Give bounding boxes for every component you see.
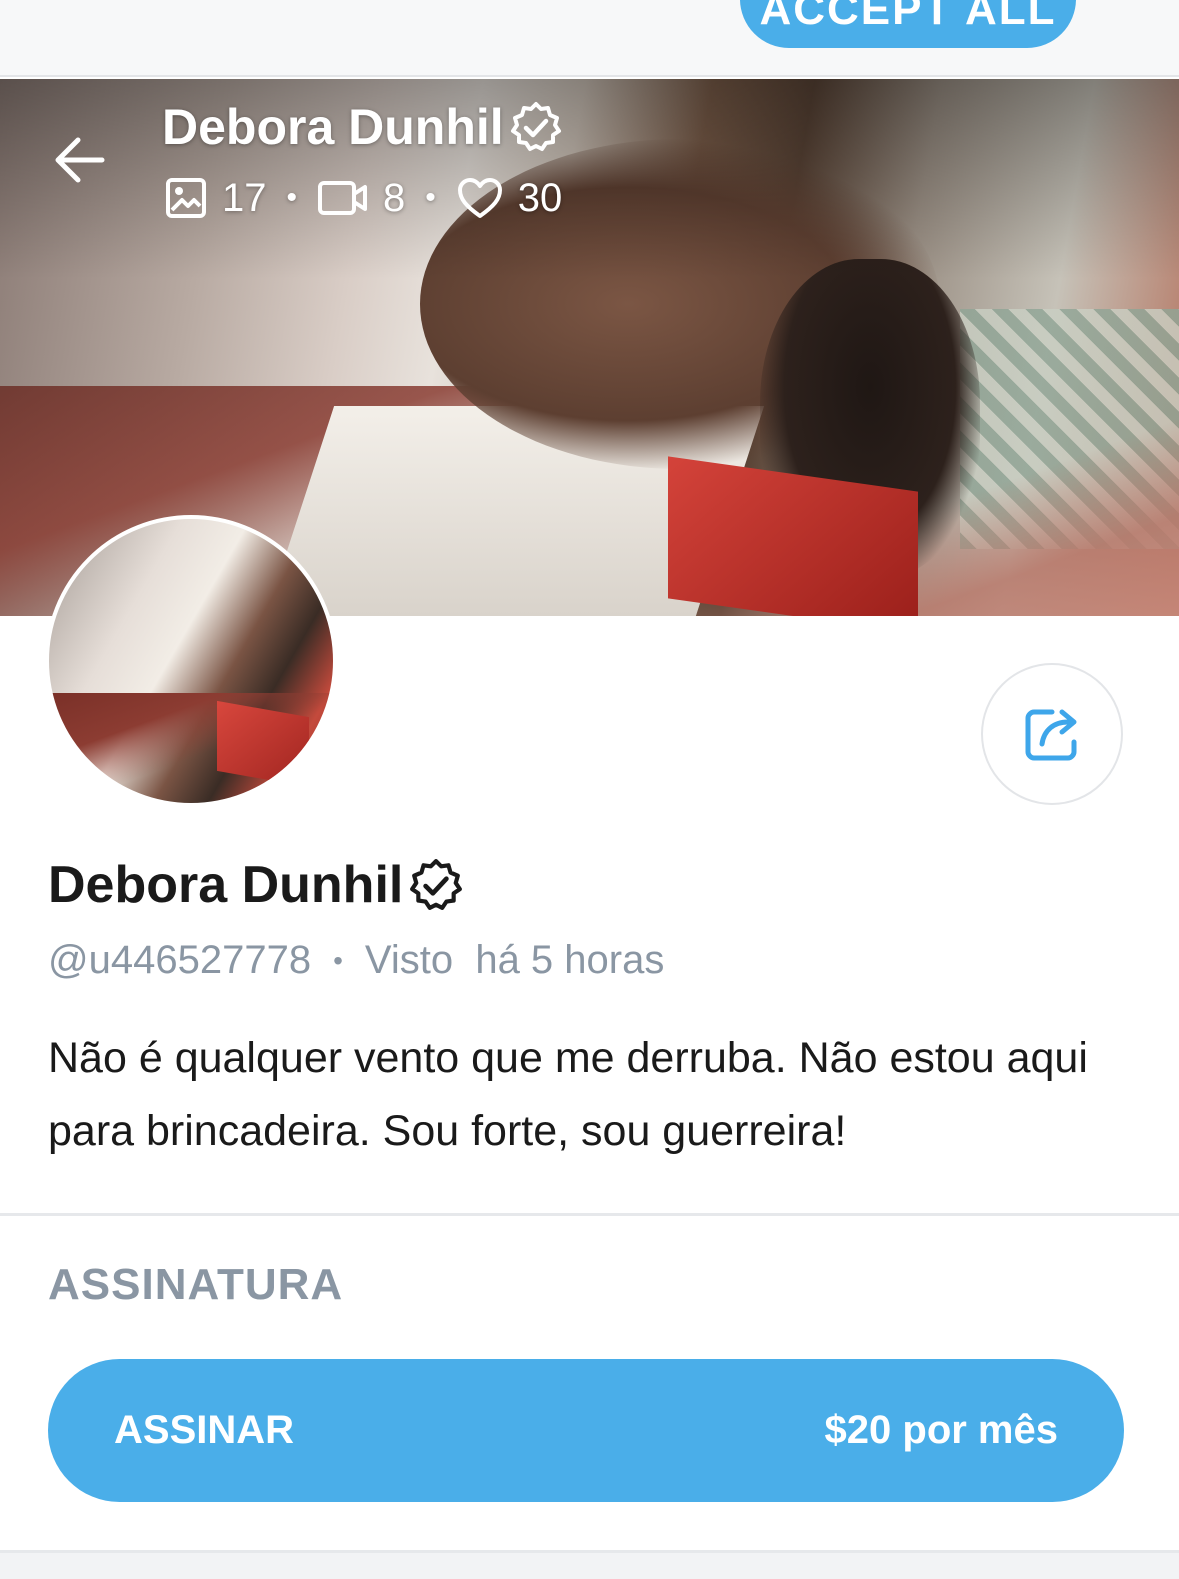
likes-count: 30 bbox=[517, 175, 563, 220]
header-name-label: Debora Dunhil bbox=[162, 99, 504, 155]
subscribe-button-label: ASSINAR bbox=[114, 1408, 295, 1452]
verified-badge-icon bbox=[410, 859, 463, 910]
back-button[interactable] bbox=[52, 132, 108, 188]
image-icon bbox=[166, 178, 206, 218]
subscribe-button[interactable]: ASSINAR $20 por mês bbox=[48, 1359, 1124, 1502]
meta-separator: • bbox=[333, 944, 343, 976]
subscription-section-title: ASSINATURA bbox=[48, 1260, 344, 1309]
profile-bio: Não é qualquer vento que me derruba. Não… bbox=[48, 1034, 1088, 1155]
subscription-price: $20 por mês bbox=[824, 1408, 1058, 1452]
photos-stat[interactable]: 17 bbox=[164, 176, 267, 221]
accept-all-cookies-button[interactable]: ACCEPT ALL bbox=[740, 0, 1076, 48]
profile-handle: @u446527778 bbox=[48, 938, 312, 982]
likes-stat[interactable]: 30 bbox=[456, 175, 563, 221]
share-icon bbox=[1025, 709, 1077, 761]
profile-meta: @u446527778 • Visto há 5 horas bbox=[48, 938, 664, 983]
only-necessary-cookies-button[interactable]: ONLY NECESSARY COOKIES bbox=[150, 0, 810, 10]
share-button[interactable] bbox=[981, 663, 1123, 805]
videos-count: 8 bbox=[383, 175, 406, 220]
profile-name-label: Debora Dunhil bbox=[48, 856, 404, 914]
header-stats: 17 • 8 • 30 bbox=[164, 175, 562, 221]
profile-name: Debora Dunhil bbox=[48, 855, 463, 915]
stats-separator: • bbox=[286, 181, 298, 214]
stats-separator: • bbox=[425, 181, 436, 214]
header-title: Debora Dunhil bbox=[162, 98, 562, 156]
back-arrow-icon bbox=[55, 137, 105, 183]
photos-count: 17 bbox=[222, 175, 267, 220]
heart-icon bbox=[457, 178, 502, 218]
divider bbox=[0, 1213, 1179, 1216]
cookie-bar: ONLY NECESSARY COOKIES ACCEPT ALL bbox=[0, 0, 1179, 77]
last-seen: Visto há 5 horas bbox=[364, 938, 665, 982]
bottom-divider bbox=[0, 1550, 1179, 1579]
avatar[interactable] bbox=[45, 515, 337, 807]
videos-stat[interactable]: 8 bbox=[317, 176, 405, 221]
video-icon bbox=[318, 181, 368, 215]
verified-badge-icon bbox=[510, 102, 561, 151]
